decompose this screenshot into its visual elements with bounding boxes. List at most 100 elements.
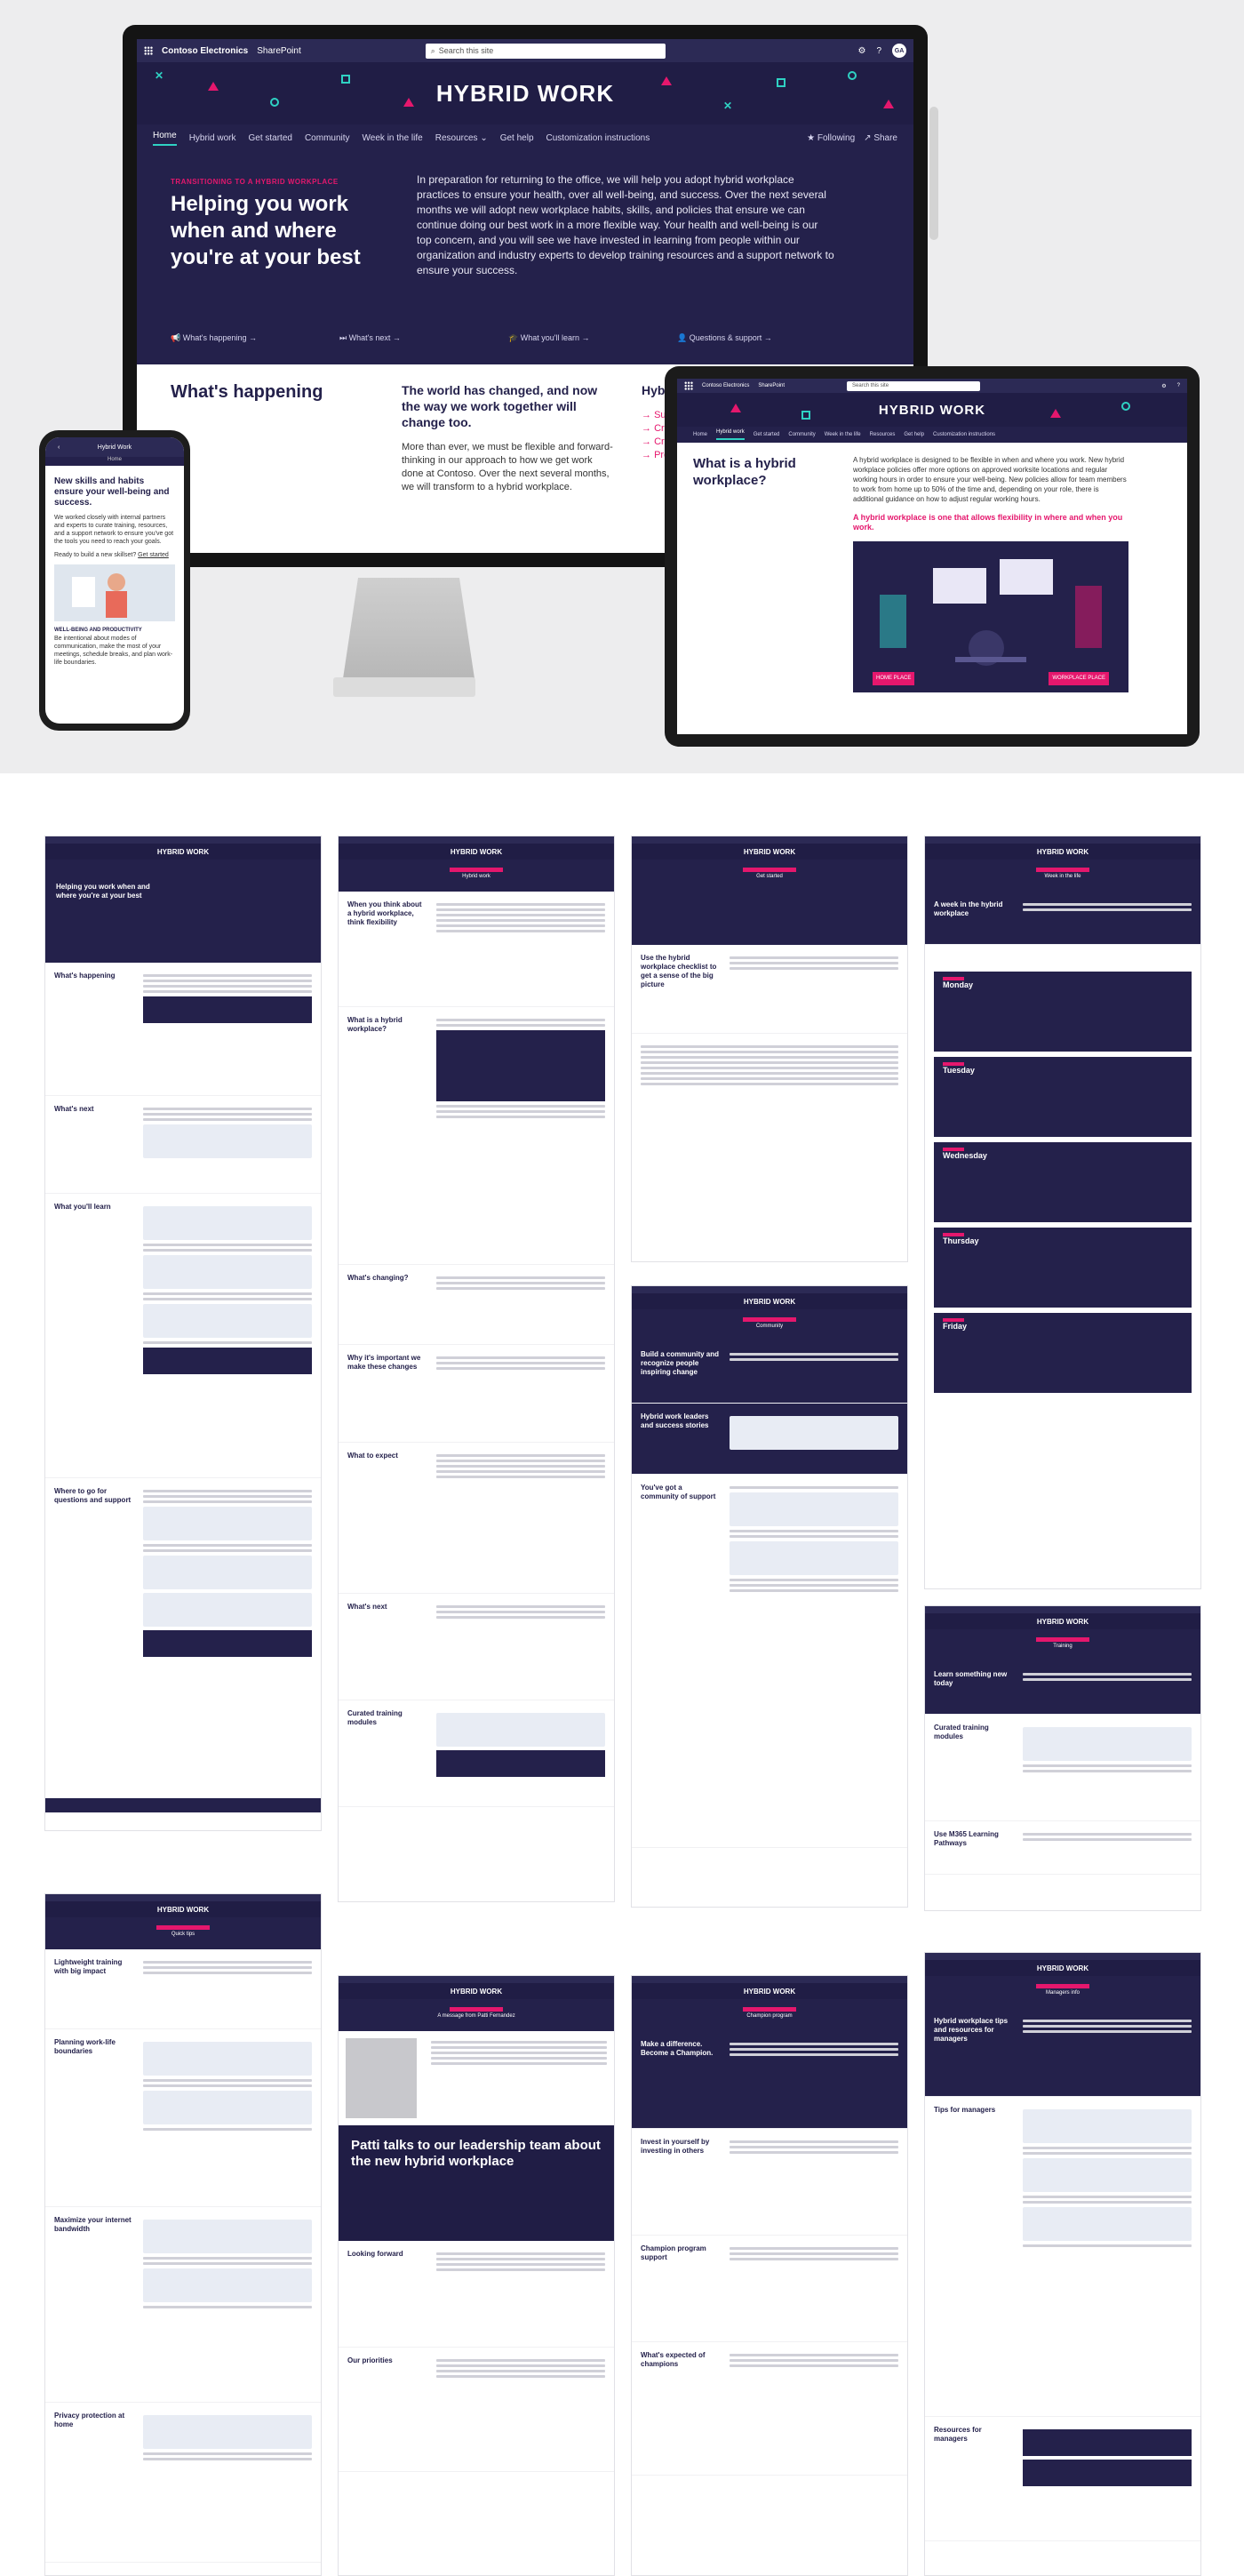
settings-icon[interactable]: ⚙ xyxy=(857,46,865,56)
chevron-down-icon: ⌄ xyxy=(480,132,488,143)
app-name[interactable]: SharePoint xyxy=(257,46,300,56)
thumb-subtitle: Get started xyxy=(756,874,783,879)
search-box[interactable]: Search this site xyxy=(847,380,981,391)
thumb-section: Hybrid workplace tips and resources for … xyxy=(925,2008,1200,2097)
video-quote[interactable]: Patti talks to our leadership team about… xyxy=(339,2125,614,2241)
nav-week-in-the-life[interactable]: Week in the life xyxy=(363,133,423,143)
thumb-section-heading: What you'll learn xyxy=(54,1203,111,1211)
nav-get-help[interactable]: Get help xyxy=(500,133,534,143)
nav-customization[interactable]: Customization instructions xyxy=(933,432,995,437)
whats-happening-link[interactable]: 📢 What's happening → xyxy=(171,333,304,343)
decor-square-icon xyxy=(777,78,785,87)
share-button[interactable]: ↗ Share xyxy=(864,133,897,143)
decor-triangle-icon xyxy=(1050,409,1061,418)
thumb-header: Training xyxy=(925,1635,1200,1661)
thumb-section-heading: Hybrid workplace tips and resources for … xyxy=(934,2017,1009,2043)
thumb-section: What's changing? xyxy=(339,1265,614,1345)
day-card: Monday xyxy=(934,972,1192,1052)
help-icon[interactable]: ? xyxy=(876,46,881,56)
questions-support-link[interactable]: 👤 Questions & support → xyxy=(677,333,810,343)
avatar[interactable]: GA xyxy=(892,44,906,58)
phone-breadcrumb[interactable]: Home xyxy=(45,457,184,466)
nav-home[interactable]: Home xyxy=(153,131,177,146)
org-name[interactable]: Contoso Electronics xyxy=(702,383,749,388)
stylus xyxy=(929,107,938,240)
thumb-header: Week in the life xyxy=(925,865,1200,892)
thumb-section-heading: What's changing? xyxy=(347,1274,409,1282)
search-placeholder: Search this site xyxy=(438,46,494,55)
link-label: What you'll learn xyxy=(520,333,579,342)
thumb-section: What to expect xyxy=(339,1443,614,1594)
thumb-title: HYBRID WORK xyxy=(925,1960,1200,1976)
search-box[interactable]: ⌕ Search this site xyxy=(425,43,666,59)
checklist-table xyxy=(632,1034,907,1097)
thumb-section: When you think about a hybrid workplace,… xyxy=(339,892,614,1007)
page-thumbnail-home: HYBRID WORK Helping you work when and wh… xyxy=(44,836,322,1831)
link-label: What's next xyxy=(348,333,391,342)
thumb-section: What's next xyxy=(45,1096,321,1194)
nav-hybrid-work[interactable]: Hybrid work xyxy=(716,429,745,440)
thumb-subtitle: Community xyxy=(755,1324,784,1329)
org-name[interactable]: Contoso Electronics xyxy=(162,46,248,56)
nav-community[interactable]: Community xyxy=(305,133,350,143)
settings-icon[interactable]: ⚙ xyxy=(1161,383,1166,389)
phone-cta: Ready to build a new skillset? Get start… xyxy=(54,551,175,559)
thumb-section: Curated training modules xyxy=(925,1715,1200,1821)
hero-quick-links: 📢 What's happening → ⏭ What's next → 🎓 W… xyxy=(171,333,810,343)
hero-heading: Helping you work when and where you're a… xyxy=(171,192,361,269)
app-launcher-icon[interactable] xyxy=(684,381,693,390)
thumb-section-heading: A week in the hybrid workplace xyxy=(934,900,1003,917)
page-thumbnail-patti-message: HYBRID WORK A message from Patti Fernand… xyxy=(338,1975,615,2576)
monitor-stand xyxy=(342,578,475,684)
nav-get-help[interactable]: Get help xyxy=(904,432,924,437)
nav-resources[interactable]: Resources xyxy=(870,432,896,437)
thumb-section-heading: Use the hybrid workplace checklist to ge… xyxy=(641,954,717,988)
hero-paragraph: In preparation for returning to the offi… xyxy=(417,173,834,276)
help-icon[interactable]: ? xyxy=(1177,383,1180,388)
get-started-link[interactable]: Get started xyxy=(138,552,169,558)
thumb-section: What is a hybrid workplace? xyxy=(339,1007,614,1265)
decor-circle-icon xyxy=(270,98,279,107)
nav-customization[interactable]: Customization instructions xyxy=(546,133,650,143)
thumb-subtitle: Managers info xyxy=(1045,1990,1081,1996)
tablet-device: Contoso Electronics SharePoint Search th… xyxy=(665,366,1200,747)
page-thumbnail-hybrid-work: HYBRID WORK Hybrid work When you think a… xyxy=(338,836,615,1902)
thumb-header: Quick tips xyxy=(45,1923,321,1949)
link-label: Questions & support xyxy=(689,333,762,342)
section-heading: What's happening xyxy=(171,382,323,402)
suite-bar: Contoso Electronics SharePoint ⌕ Search t… xyxy=(137,39,913,62)
thumb-section-heading: What's happening xyxy=(54,972,116,980)
thumb-section: Maximize your internet bandwidth xyxy=(45,2207,321,2403)
thumb-title: HYBRID WORK xyxy=(45,1901,321,1917)
whats-next-link[interactable]: ⏭ What's next → xyxy=(339,333,473,343)
app-name[interactable]: SharePoint xyxy=(758,383,785,388)
what-youll-learn-link[interactable]: 🎓 What you'll learn → xyxy=(508,333,642,343)
phone-paragraph: We worked closely with internal partners… xyxy=(54,515,174,545)
cta-text: Ready to build a new skillset? xyxy=(54,552,137,558)
thumb-section: Lightweight training with big impact xyxy=(45,1949,321,2029)
nav-get-started[interactable]: Get started xyxy=(248,133,291,143)
person-icon: 👤 xyxy=(677,333,690,342)
nav-get-started[interactable]: Get started xyxy=(754,432,780,437)
section-paragraph: A hybrid workplace is designed to be fle… xyxy=(853,456,1127,503)
app-launcher-icon[interactable] xyxy=(144,46,153,55)
thumb-section: Curated training modules xyxy=(339,1700,614,1807)
thumb-subtitle: Week in the life xyxy=(1044,874,1081,879)
thumb-section-heading: Use M365 Learning Pathways xyxy=(934,1830,999,1847)
nav-community[interactable]: Community xyxy=(788,432,815,437)
thumb-section: Planning work-life boundaries xyxy=(45,2029,321,2207)
site-banner: HYBRID WORK xyxy=(677,393,1187,427)
nav-hybrid-work[interactable]: Hybrid work xyxy=(189,133,236,143)
thumb-section-heading: What's next xyxy=(347,1603,387,1611)
nav-home[interactable]: Home xyxy=(693,432,707,437)
nav-resources[interactable]: Resources ⌄ xyxy=(435,133,488,143)
back-icon[interactable]: ‹ xyxy=(58,444,60,451)
thumb-section: Hybrid work leaders and success stories xyxy=(632,1404,907,1475)
follow-button[interactable]: ★ Following xyxy=(807,133,855,143)
site-title: HYBRID WORK xyxy=(878,402,986,418)
thumb-section-heading: What's expected of champions xyxy=(641,2351,706,2368)
thumb-title: HYBRID WORK xyxy=(925,844,1200,860)
thumb-section: What's expected of champions xyxy=(632,2342,907,2476)
section-content: A hybrid workplace is designed to be fle… xyxy=(853,455,1128,692)
nav-week-in-the-life[interactable]: Week in the life xyxy=(825,432,861,437)
